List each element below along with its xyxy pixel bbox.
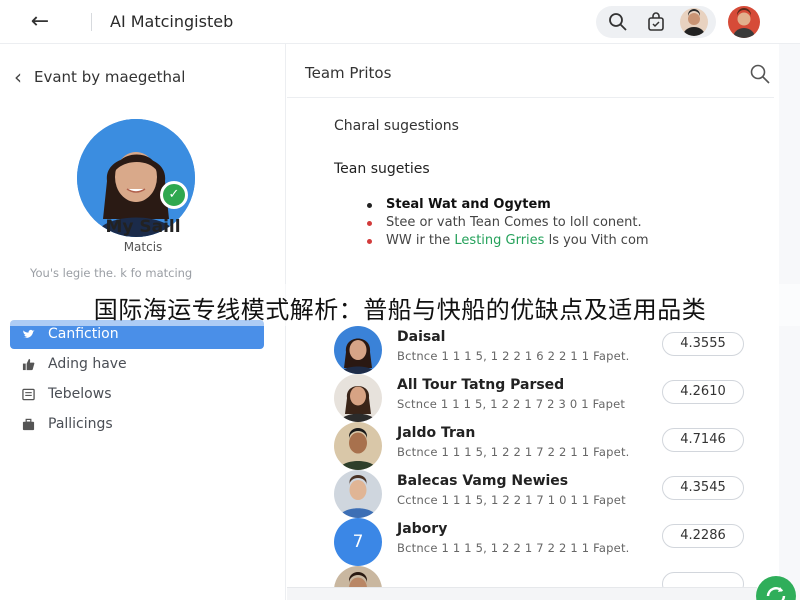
back-arrow-icon[interactable]: ← <box>26 8 54 36</box>
top-actions <box>596 6 716 38</box>
avatar <box>334 566 382 588</box>
list-item[interactable]: Daisal Bctnce 1 1 1 5, 1 2 2 1 6 2 2 1 1… <box>334 324 754 374</box>
bullet-text-end: ls you Vith com <box>544 233 649 248</box>
left-header-label: Evant by maegethal <box>34 68 186 86</box>
profile-name: My Saill <box>105 217 181 237</box>
account-avatar[interactable] <box>728 6 760 38</box>
avatar <box>334 470 382 518</box>
section-heading: Tean sugeties <box>334 161 430 177</box>
sidebar-item-pallicings[interactable]: Pallicings <box>10 410 264 439</box>
top-bar: ← AI Matcingisteb <box>0 0 800 44</box>
online-status-icon: ✓ <box>160 181 188 209</box>
user-avatar[interactable] <box>680 8 708 36</box>
score-badge[interactable]: 4.3545 <box>662 476 744 500</box>
person-detail: Bctnce 1 1 1 5, 1 2 2 1 6 2 2 1 1 Fapet. <box>397 349 630 363</box>
score-badge[interactable]: 4.3555 <box>662 332 744 356</box>
divider <box>91 13 92 31</box>
list-icon <box>22 388 35 401</box>
list-item[interactable] <box>334 564 754 588</box>
list-item[interactable]: 7 Jabory Bctnce 1 1 1 5, 1 2 2 1 7 2 2 1… <box>334 516 754 566</box>
thumbs-up-icon <box>22 358 35 371</box>
briefcase-icon <box>22 418 35 431</box>
sidebar-item-label: Pallicings <box>48 416 113 432</box>
bullet-icon <box>367 239 372 244</box>
sidebar-item-label: Tebelows <box>48 386 112 402</box>
profile-subtitle: Matcis <box>123 240 163 254</box>
twitter-icon <box>22 329 35 338</box>
people-list: Daisal Bctnce 1 1 1 5, 1 2 2 1 6 2 2 1 1… <box>334 324 754 588</box>
search-icon[interactable] <box>749 63 771 85</box>
list-item[interactable]: Balecas Vamg Newies Cctnce 1 1 1 5, 1 2 … <box>334 468 754 518</box>
score-badge[interactable]: 4.7146 <box>662 428 744 452</box>
avatar <box>334 374 382 422</box>
person-name: Daisal <box>397 329 446 345</box>
panel-title: Team Pritos <box>305 64 392 82</box>
right-header: Team Pritos <box>287 44 774 98</box>
bottom-bar <box>287 587 757 600</box>
person-name: All Tour Tatng Parsed <box>397 377 565 393</box>
bullet-icon <box>367 221 372 226</box>
sidebar-item-label: Canfiction <box>48 326 119 342</box>
person-detail: Bctnce 1 1 1 5, 1 2 2 1 7 2 2 1 1 Fapet. <box>397 541 630 555</box>
profile-bio: You's legie the. k fo matcing <box>30 266 193 280</box>
bullet-text: Steal Wat and Ogytem <box>386 197 551 212</box>
banner-text: 国际海运专线模式解析：普船与快船的优缺点及适用品类 <box>93 296 707 324</box>
sidebar-item-tebelows[interactable]: Tebelows <box>10 380 264 409</box>
left-header[interactable]: ‹ Evant by maegethal <box>14 65 185 89</box>
person-detail: Bctnce 1 1 1 5, 1 2 2 1 7 2 2 1 1 Fapet. <box>397 445 630 459</box>
person-name: Jaldo Tran <box>397 425 476 441</box>
score-badge[interactable]: 4.2610 <box>662 380 744 404</box>
person-detail: Sctnce 1 1 1 5, 1 2 2 1 7 2 3 0 1 Fapet <box>397 397 626 411</box>
bullet-text-start: WW ir the <box>386 233 455 248</box>
person-name: Balecas Vamg Newies <box>397 473 569 489</box>
bullet-text: WW ir the Lesting Grries ls you Vith com <box>386 233 649 248</box>
overlay-banner: 国际海运专线模式解析：普船与快船的优缺点及适用品类 <box>0 284 800 326</box>
refresh-button[interactable] <box>756 576 796 600</box>
bag-icon[interactable] <box>646 12 666 32</box>
list-item[interactable]: All Tour Tatng Parsed Sctnce 1 1 1 5, 1 … <box>334 372 754 422</box>
search-icon[interactable] <box>608 12 628 32</box>
list-item[interactable]: Jaldo Tran Bctnce 1 1 1 5, 1 2 2 1 7 2 2… <box>334 420 754 470</box>
bullet-text: Stee or vath Tean Comes to loll conent. <box>386 215 642 230</box>
inline-link[interactable]: Lesting Grries <box>454 233 544 248</box>
bullet-icon <box>367 203 372 208</box>
section-heading: Charal sugestions <box>334 118 459 134</box>
sidebar-item-label: Ading have <box>48 356 127 372</box>
chevron-left-icon[interactable]: ‹ <box>14 65 22 89</box>
sidebar-nav: Canfiction Ading have Tebelows Pallicing… <box>10 320 264 440</box>
avatar <box>334 422 382 470</box>
score-badge[interactable] <box>662 572 744 588</box>
sidebar-item-ading-have[interactable]: Ading have <box>10 350 264 379</box>
avatar <box>334 326 382 374</box>
person-detail: Cctnce 1 1 1 5, 1 2 2 1 7 1 0 1 1 Fapet <box>397 493 626 507</box>
score-badge[interactable]: 4.2286 <box>662 524 744 548</box>
app-title: AI Matcingisteb <box>110 12 234 31</box>
avatar: 7 <box>334 518 382 566</box>
person-name: Jabory <box>397 521 448 537</box>
refresh-icon <box>766 587 786 600</box>
